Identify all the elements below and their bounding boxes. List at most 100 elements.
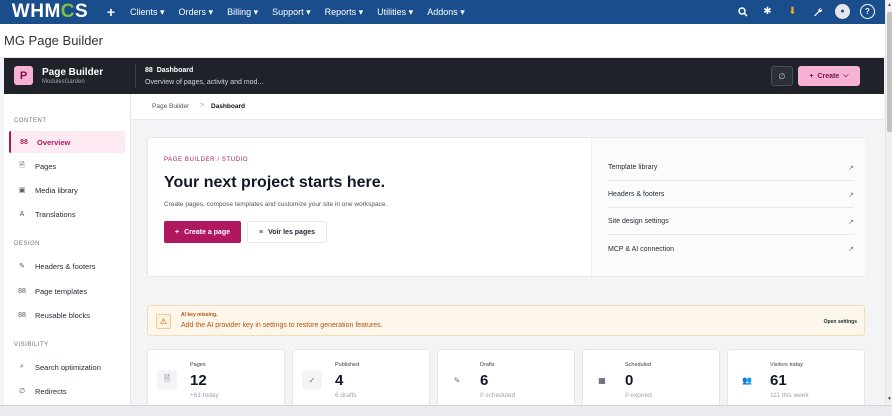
stat-sub: 0 expired bbox=[625, 392, 652, 399]
menu-billing[interactable]: Billing ▾ bbox=[227, 7, 258, 18]
ai-key-alert: ⚠ AI key missing. Add the AI provider ke… bbox=[147, 305, 865, 336]
stat-sub: 0 scheduled bbox=[480, 392, 516, 399]
breadcrumb-parent[interactable]: Page Builder bbox=[152, 103, 189, 110]
stat-label: Scheduled bbox=[625, 362, 651, 368]
grid-icon: 88 bbox=[20, 138, 28, 146]
grid-icon: 88 bbox=[18, 311, 26, 319]
sidebar-item-search-optimization[interactable]: ⌕ Search optimization bbox=[9, 356, 125, 378]
sidebar-item-page-templates[interactable]: 88 Page templates bbox=[9, 280, 125, 302]
sidebar: CONTENT 88 Overview 🗎 Pages ▣ Media libr… bbox=[4, 94, 131, 416]
menu-clients[interactable]: Clients ▾ bbox=[130, 7, 165, 18]
sidebar-item-media-library[interactable]: ▣ Media library bbox=[9, 179, 125, 201]
menu-support[interactable]: Support ▾ bbox=[272, 7, 311, 18]
hero-card: PAGE BUILDER / STUDIO Your next project … bbox=[147, 137, 865, 277]
whmcs-logo[interactable]: WHM C S bbox=[0, 0, 100, 24]
stat-value: 4 bbox=[335, 372, 344, 389]
sidebar-section-content: CONTENT bbox=[14, 118, 47, 124]
breadcrumb-separator: > bbox=[200, 102, 205, 109]
hero-title: Your next project starts here. bbox=[164, 174, 386, 191]
main-menu: Clients ▾ Orders ▾ Billing ▾ Support ▾ R… bbox=[130, 7, 479, 18]
scroll-down-arrow-icon[interactable]: ▼ bbox=[887, 396, 892, 402]
document-icon: 🗎 bbox=[157, 370, 177, 390]
list-icon: ≡ bbox=[258, 228, 264, 236]
chevron-down-icon: ⌵ bbox=[843, 72, 849, 79]
calendar-icon: ▦ bbox=[592, 370, 612, 390]
settings-gears-icon[interactable]: ✱ bbox=[760, 4, 775, 19]
breadcrumb-current: Dashboard bbox=[211, 103, 245, 110]
quick-link-site-design-settings[interactable]: Site design settings ↗ bbox=[608, 209, 854, 235]
stat-sub: +61 today bbox=[190, 392, 219, 399]
sidebar-section-visibility: VISIBILITY bbox=[14, 342, 49, 348]
plus-icon: + bbox=[174, 228, 180, 236]
create-page-button[interactable]: + Create a page bbox=[164, 221, 241, 243]
open-settings-link[interactable]: Open settings bbox=[824, 319, 857, 325]
alert-title: AI key missing. bbox=[181, 312, 218, 318]
translate-icon: A bbox=[19, 210, 25, 218]
section-subtitle: Overview of pages, activity and mod... bbox=[145, 79, 264, 86]
brand-logo-icon: P bbox=[14, 66, 33, 85]
plus-icon: + bbox=[809, 72, 814, 80]
quick-link-headers-footers[interactable]: Headers & footers ↗ bbox=[608, 182, 854, 208]
link-icon: ∅ bbox=[18, 388, 26, 395]
section-title: 88 Dashboard bbox=[145, 67, 194, 74]
stat-value: 0 bbox=[625, 372, 634, 389]
users-icon: 👥 bbox=[737, 370, 757, 390]
module-header: P Page Builder ModulesGarden 88 Dashboar… bbox=[4, 58, 884, 94]
scroll-up-arrow-icon[interactable]: ▲ bbox=[887, 2, 892, 8]
document-icon: 🗎 bbox=[19, 161, 25, 169]
menu-addons[interactable]: Addons ▾ bbox=[427, 7, 465, 18]
sidebar-item-reusable-blocks[interactable]: 88 Reusable blocks bbox=[9, 304, 125, 326]
download-icon[interactable]: ⬇ bbox=[785, 4, 800, 19]
header-divider bbox=[135, 64, 136, 88]
grid-icon: 88 bbox=[18, 287, 26, 295]
menu-reports[interactable]: Reports ▾ bbox=[325, 7, 364, 18]
stat-label: Published bbox=[335, 362, 360, 368]
stat-label: Visitors today bbox=[770, 362, 803, 368]
sidebar-section-design: DESIGN bbox=[14, 241, 41, 247]
page-scrollbar[interactable]: ▲ ▼ bbox=[885, 0, 892, 405]
alert-text: Add the AI provider key in settings to r… bbox=[181, 322, 383, 329]
sidebar-item-redirects[interactable]: ∅ Redirects bbox=[9, 380, 125, 402]
link-button[interactable]: ∅ bbox=[771, 66, 793, 86]
sidebar-item-translations[interactable]: A Translations bbox=[9, 203, 125, 225]
stat-sub: 111 this week bbox=[770, 392, 809, 399]
menu-utilities[interactable]: Utilities ▾ bbox=[377, 7, 413, 18]
quick-links-panel: Template library ↗ Headers & footers ↗ S… bbox=[591, 138, 865, 276]
hero-description: Create pages, compose templates and cust… bbox=[164, 201, 388, 208]
stat-value: 61 bbox=[770, 372, 787, 389]
sidebar-item-headers-footers[interactable]: ✎ Headers & footers bbox=[9, 255, 125, 277]
brand-subtitle: ModulesGarden bbox=[42, 79, 85, 85]
quick-link-template-library[interactable]: Template library ↗ bbox=[608, 155, 854, 181]
stat-sub: 6 drafts bbox=[335, 392, 357, 399]
pencil-icon: ✎ bbox=[447, 370, 467, 390]
external-arrow-icon: ↗ bbox=[848, 246, 854, 253]
os-taskbar bbox=[0, 405, 892, 416]
view-pages-button[interactable]: ≡ Voir les pages bbox=[247, 221, 327, 243]
hero-eyebrow: PAGE BUILDER / STUDIO bbox=[164, 157, 249, 163]
scroll-thumb[interactable] bbox=[887, 12, 892, 132]
nav-icons: ✱ ⬇ ● ? bbox=[735, 4, 875, 19]
create-button[interactable]: + Create ⌵ bbox=[798, 66, 860, 86]
external-arrow-icon: ↗ bbox=[848, 218, 854, 226]
stat-card-scheduled: ▦ Scheduled 0 0 expired bbox=[582, 349, 720, 409]
help-icon[interactable]: ? bbox=[860, 4, 875, 19]
grid-icon: 88 bbox=[145, 67, 153, 74]
sidebar-item-overview[interactable]: 88 Overview bbox=[9, 131, 125, 153]
search-icon: ⌕ bbox=[20, 363, 24, 370]
check-icon: ✓ bbox=[302, 370, 322, 390]
stat-value: 12 bbox=[190, 372, 207, 389]
stat-card-visitors: 👥 Visitors today 61 111 this week bbox=[727, 349, 865, 409]
quick-add-button[interactable]: + bbox=[100, 4, 122, 20]
top-navbar: WHM C S + Clients ▾ Orders ▾ Billing ▾ Sup… bbox=[0, 0, 885, 24]
sidebar-item-pages[interactable]: 🗎 Pages bbox=[9, 155, 125, 177]
stat-label: Pages bbox=[190, 362, 206, 368]
search-icon[interactable] bbox=[735, 4, 750, 19]
user-avatar-icon[interactable]: ● bbox=[835, 4, 850, 19]
menu-orders[interactable]: Orders ▾ bbox=[179, 7, 214, 18]
stat-card-published: ✓ Published 4 6 drafts bbox=[292, 349, 430, 409]
quick-link-mcp-ai[interactable]: MCP & AI connection ↗ bbox=[608, 236, 854, 262]
pencil-icon: ✎ bbox=[19, 263, 25, 270]
wrench-icon[interactable] bbox=[810, 4, 825, 19]
page-title-bar: MG Page Builder bbox=[0, 24, 885, 58]
link-icon: ∅ bbox=[778, 71, 786, 81]
